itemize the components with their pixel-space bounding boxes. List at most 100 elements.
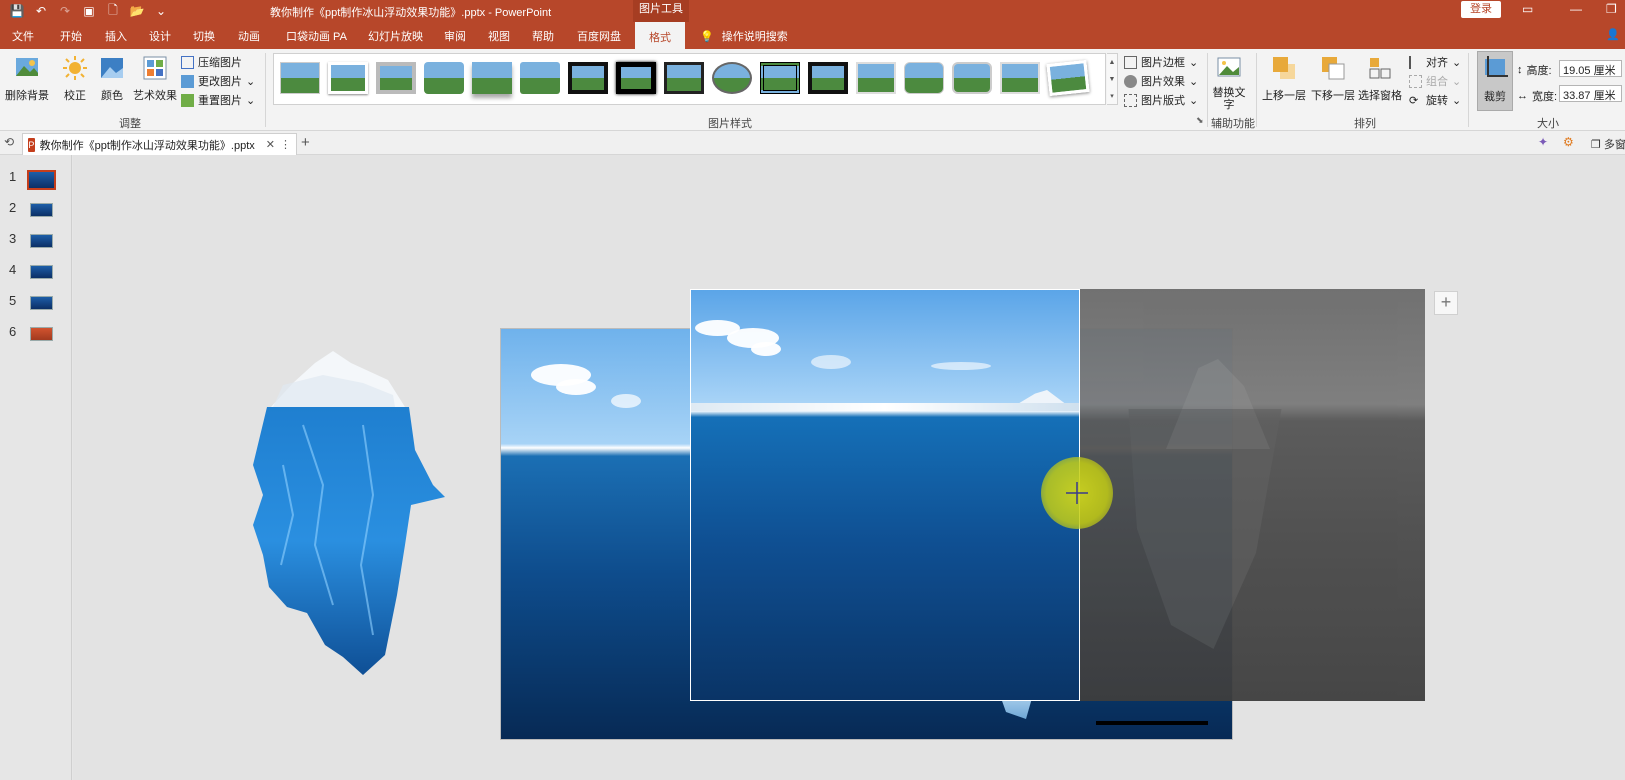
compress-pictures-button[interactable]: 压缩图片 (181, 54, 242, 70)
style-thumb[interactable] (376, 62, 416, 94)
style-thumb[interactable] (760, 62, 800, 94)
bring-forward-icon (1273, 57, 1295, 79)
height-field[interactable]: 19.05 厘米 (1559, 60, 1622, 77)
slide-thumbnail[interactable] (30, 265, 53, 279)
tab-slideshow[interactable]: 幻灯片放映 (368, 28, 423, 44)
style-thumb[interactable] (664, 62, 704, 94)
open-folder-icon[interactable]: 📂 (128, 2, 146, 20)
slideshow-icon[interactable]: ▣ (80, 2, 98, 20)
tab-home[interactable]: 开始 (60, 28, 82, 44)
cloud (556, 379, 596, 395)
redo-icon[interactable]: ↷ (56, 2, 74, 20)
minimize-icon[interactable]: — (1570, 2, 1582, 16)
tell-me-search[interactable]: 💡 操作说明搜索 (700, 28, 788, 44)
tab-baidu-netdisk[interactable]: 百度网盘 (577, 28, 621, 44)
cloud (751, 342, 781, 356)
bring-forward-button[interactable]: 上移一层 (1262, 51, 1306, 103)
align-button[interactable]: 对齐 ⌄ (1409, 54, 1461, 70)
picture-layout-button[interactable]: 图片版式 ⌄ (1124, 92, 1198, 108)
slide-thumbnail[interactable] (30, 327, 53, 341)
magic-icon[interactable]: ✦ (1538, 135, 1548, 149)
plus-icon[interactable]: + (1434, 291, 1458, 315)
gallery-scroll[interactable]: ▲ ▼ ▾ (1107, 53, 1118, 105)
slide-thumbnail[interactable] (30, 203, 53, 217)
style-thumb[interactable] (568, 62, 608, 94)
cropped-ocean-image[interactable] (690, 289, 1080, 701)
iceberg-image[interactable] (223, 345, 463, 685)
new-tab-icon[interactable]: + (301, 134, 310, 151)
crop-button[interactable]: 裁剪 (1477, 51, 1513, 111)
gallery-down-icon[interactable]: ▼ (1107, 71, 1117, 88)
style-thumb[interactable] (616, 62, 656, 94)
share-user-icon[interactable]: 👤 (1606, 28, 1620, 41)
style-thumb[interactable] (904, 62, 944, 94)
chevron-down-icon: ⌄ (246, 94, 256, 107)
remove-background-button[interactable]: 删除背景 (4, 51, 50, 103)
group-label-arrange: 排列 (1354, 118, 1376, 130)
tab-insert[interactable]: 插入 (105, 28, 127, 44)
gallery-up-icon[interactable]: ▲ (1107, 54, 1117, 71)
picture-border-button[interactable]: 图片边框 ⌄ (1124, 54, 1198, 70)
undo-icon[interactable]: ↶ (32, 2, 50, 20)
selection-pane-button[interactable]: 选择窗格 (1358, 51, 1402, 103)
picture-styles-gallery[interactable] (273, 53, 1106, 105)
gallery-more-icon[interactable]: ▾ (1107, 88, 1117, 105)
slide-thumbnail[interactable] (27, 170, 56, 190)
style-thumb[interactable] (424, 62, 464, 94)
width-field[interactable]: 33.87 厘米 (1559, 85, 1622, 102)
settings-gear-icon[interactable]: ⚙ (1563, 135, 1574, 149)
style-thumb[interactable] (472, 62, 512, 94)
rotate-button[interactable]: ⟳ 旋转 ⌄ (1409, 92, 1461, 108)
new-file-icon[interactable]: 🗋 (104, 2, 122, 20)
customize-qat-icon[interactable]: ⌄ (152, 2, 170, 20)
slide-canvas[interactable]: + (73, 155, 1625, 780)
tab-file[interactable]: 文件 (12, 28, 34, 44)
ghost-iceberg-underwater (1128, 409, 1282, 649)
tab-format[interactable]: 格式 (635, 22, 685, 49)
corrections-button[interactable]: 校正 (60, 51, 90, 103)
group-objects-button[interactable]: 组合 ⌄ (1409, 73, 1461, 89)
style-thumb[interactable] (952, 62, 992, 94)
tab-review[interactable]: 审阅 (444, 28, 466, 44)
alt-text-button[interactable]: 替换文字 (1212, 51, 1246, 111)
style-thumb[interactable] (1000, 62, 1040, 94)
ribbon-display-icon[interactable]: ▭ (1522, 2, 1533, 16)
tab-help[interactable]: 帮助 (532, 28, 554, 44)
slide-thumbnail[interactable] (30, 234, 53, 248)
close-tab-icon[interactable]: ✕ (266, 138, 275, 151)
cloud (931, 362, 991, 370)
color-button[interactable]: 颜色 (97, 51, 127, 103)
tab-menu-icon[interactable]: ⋮ (280, 138, 291, 151)
document-tab[interactable]: P 教你制作《ppt制作冰山浮动效果功能》.pptx ✕ ⋮ (22, 133, 297, 155)
reset-picture-button[interactable]: 重置图片 ⌄ (181, 92, 255, 108)
save-icon[interactable]: 💾 (8, 2, 26, 20)
style-thumb[interactable] (856, 62, 896, 94)
window-title: 教你制作《ppt制作冰山浮动效果功能》.pptx - PowerPoint (270, 7, 552, 19)
tab-animations[interactable]: 动画 (238, 28, 260, 44)
crop-dimmed-area[interactable] (1080, 289, 1425, 701)
tell-me-label: 操作说明搜索 (721, 31, 788, 43)
group-label-picture-styles: 图片样式 (708, 118, 752, 130)
dialog-launcher-icon[interactable]: ⬊ (1196, 115, 1204, 126)
style-thumb[interactable] (1046, 59, 1090, 97)
style-thumb[interactable] (712, 62, 752, 94)
restore-icon[interactable]: ❐ (1606, 2, 1617, 16)
tab-pocket-animation[interactable]: 口袋动画 PA (286, 28, 347, 44)
change-picture-button[interactable]: 更改图片 ⌄ (181, 73, 255, 89)
slide-number: 3 (9, 231, 17, 246)
style-thumb[interactable] (520, 62, 560, 94)
style-thumb[interactable] (328, 62, 368, 94)
artistic-effects-button[interactable]: 艺术效果 (132, 51, 178, 103)
tab-design[interactable]: 设计 (149, 28, 171, 44)
remove-background-icon (16, 58, 38, 76)
send-backward-button[interactable]: 下移一层 (1311, 51, 1355, 103)
tab-transitions[interactable]: 切换 (193, 28, 215, 44)
slide-thumbnail[interactable] (30, 296, 53, 310)
tab-view[interactable]: 视图 (488, 28, 510, 44)
login-button[interactable]: 登录 (1461, 1, 1501, 18)
home-tab-icon[interactable]: ⟲ (4, 135, 14, 149)
picture-effects-button[interactable]: 图片效果 ⌄ (1124, 73, 1198, 89)
multi-window-button[interactable]: ❐ 多窗 (1591, 136, 1625, 152)
style-thumb[interactable] (280, 62, 320, 94)
style-thumb[interactable] (808, 62, 848, 94)
